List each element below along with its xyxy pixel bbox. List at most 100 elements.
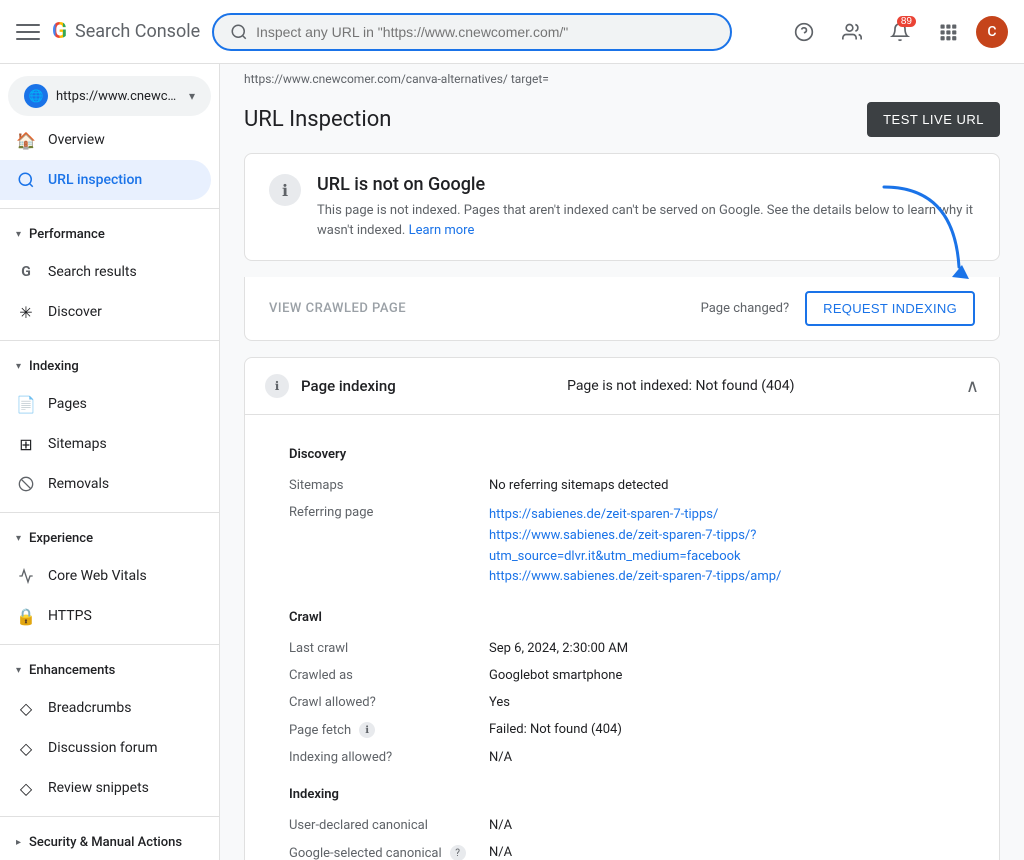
https-icon: 🔒	[16, 606, 36, 626]
sidebar-item-label: URL inspection	[48, 172, 142, 188]
sidebar-item-label: HTTPS	[48, 608, 92, 624]
section-header-left: ℹ Page indexing	[265, 374, 396, 398]
collapse-icon: ▾	[16, 229, 21, 240]
review-icon: ◇	[16, 778, 36, 798]
sidebar-item-url-inspection[interactable]: URL inspection	[0, 160, 211, 200]
divider	[0, 208, 219, 209]
view-crawled-button: VIEW CRAWLED PAGE	[269, 301, 406, 316]
property-selector[interactable]: 🌐 https://www.cnewcome... ▾	[8, 76, 211, 116]
sidebar-item-removals[interactable]: Removals	[0, 464, 211, 504]
section-status: Page is not indexed: Not found (404)	[567, 378, 794, 394]
divider	[0, 512, 219, 513]
learn-more-link[interactable]: Learn more	[409, 223, 475, 238]
sidebar-item-label: Removals	[48, 476, 109, 492]
apps-icon	[938, 22, 958, 42]
crawl-allowed-value: Yes	[489, 695, 979, 710]
menu-button[interactable]	[16, 20, 40, 44]
sidebar-item-discover[interactable]: ✳ Discover	[0, 292, 211, 332]
sidebar-item-label: Core Web Vitals	[48, 568, 147, 584]
sidebar-item-label: Breadcrumbs	[48, 700, 131, 716]
referring-url-2: https://www.sabienes.de/zeit-sparen-7-ti…	[489, 526, 979, 568]
avatar[interactable]: C	[976, 16, 1008, 48]
sitemaps-icon: ⊞	[16, 434, 36, 454]
breadcrumb: https://www.cnewcomer.com/canva-alternat…	[220, 64, 1024, 94]
property-name: https://www.cnewcome...	[56, 89, 181, 104]
google-canonical-row: Google-selected canonical ? N/A	[289, 839, 979, 860]
url-search-input[interactable]	[256, 24, 714, 40]
sidebar-item-label: Discussion forum	[48, 740, 158, 756]
logo: G Search Console	[52, 19, 200, 44]
google-canonical-info-icon[interactable]: ?	[450, 845, 466, 860]
sidebar-section-enhancements[interactable]: ▾ Enhancements	[0, 653, 219, 688]
indexing-allowed-value: N/A	[489, 750, 979, 765]
sidebar-item-core-web-vitals[interactable]: Core Web Vitals	[0, 556, 211, 596]
notifications-button[interactable]: 89	[880, 12, 920, 52]
sidebar-item-label: Overview	[48, 132, 105, 148]
sidebar-item-sitemaps[interactable]: ⊞ Sitemaps	[0, 424, 211, 464]
collapse-section-button[interactable]: ∧	[966, 376, 979, 397]
page-fetch-label: Page fetch ℹ	[289, 722, 489, 738]
section-label: Enhancements	[29, 663, 115, 678]
referring-url-3: https://www.sabienes.de/zeit-sparen-7-ti…	[489, 567, 979, 588]
people-button[interactable]	[832, 12, 872, 52]
people-icon	[842, 22, 862, 42]
apps-button[interactable]	[928, 12, 968, 52]
sidebar-item-overview[interactable]: 🏠 Overview	[0, 120, 211, 160]
page-fetch-value: Failed: Not found (404)	[489, 722, 979, 738]
google-logo: G	[52, 19, 67, 44]
section-label: Indexing	[29, 359, 79, 374]
search-bar[interactable]	[212, 13, 732, 51]
request-indexing-button[interactable]: REQUEST INDEXING	[805, 291, 975, 326]
sidebar-item-search-results[interactable]: G Search results	[0, 252, 211, 292]
help-button[interactable]	[784, 12, 824, 52]
sidebar-section-performance[interactable]: ▾ Performance	[0, 217, 219, 252]
sitemaps-value: No referring sitemaps detected	[489, 478, 979, 493]
referring-url-1: https://sabienes.de/zeit-sparen-7-tipps/	[489, 505, 979, 526]
expand-icon: ▸	[16, 837, 21, 848]
test-live-url-button[interactable]: TEST LIVE URL	[867, 102, 1000, 137]
user-canonical-row: User-declared canonical N/A	[289, 812, 979, 839]
discovery-section-title: Discovery	[289, 447, 979, 462]
property-chevron-icon: ▾	[189, 89, 195, 103]
referring-page-value: https://sabienes.de/zeit-sparen-7-tipps/…	[489, 505, 979, 588]
page-title: URL Inspection	[244, 107, 391, 132]
crawled-as-row: Crawled as Googlebot smartphone	[289, 662, 979, 689]
sidebar-item-label: Review snippets	[48, 780, 149, 796]
sidebar-item-label: Pages	[48, 396, 87, 412]
discover-icon: ✳	[16, 302, 36, 322]
sidebar-item-pages[interactable]: 📄 Pages	[0, 384, 211, 424]
google-canonical-value: N/A	[489, 845, 979, 860]
details-body: Discovery Sitemaps No referring sitemaps…	[245, 415, 999, 860]
sidebar-section-indexing[interactable]: ▾ Indexing	[0, 349, 219, 384]
sidebar-item-discussion-forum[interactable]: ◇ Discussion forum	[0, 728, 211, 768]
sidebar-section-experience[interactable]: ▾ Experience	[0, 521, 219, 556]
discussion-icon: ◇	[16, 738, 36, 758]
collapse-icon: ▾	[16, 361, 21, 372]
divider	[0, 816, 219, 817]
crawl-section-title: Crawl	[289, 610, 979, 625]
section-label: Performance	[29, 227, 105, 242]
topbar-actions: 89 C	[784, 12, 1008, 52]
sidebar-section-security[interactable]: ▸ Security & Manual Actions	[0, 825, 219, 860]
referring-page-label: Referring page	[289, 505, 489, 588]
sidebar-item-https[interactable]: 🔒 HTTPS	[0, 596, 211, 636]
page-fetch-row: Page fetch ℹ Failed: Not found (404)	[289, 716, 979, 744]
alert-content: URL is not on Google This page is not in…	[317, 174, 975, 240]
breadcrumbs-icon: ◇	[16, 698, 36, 718]
crawled-as-value: Googlebot smartphone	[489, 668, 979, 683]
sidebar-item-breadcrumbs[interactable]: ◇ Breadcrumbs	[0, 688, 211, 728]
app-title: Search Console	[75, 21, 200, 42]
home-icon: 🏠	[16, 130, 36, 150]
indexing-sub-section-title: Indexing	[289, 787, 979, 802]
help-icon	[794, 22, 814, 42]
sidebar-item-review-snippets[interactable]: ◇ Review snippets	[0, 768, 211, 808]
indexing-allowed-row: Indexing allowed? N/A	[289, 744, 979, 771]
sitemaps-label: Sitemaps	[289, 478, 489, 493]
page-indexing-section: ℹ Page indexing Page is not indexed: Not…	[244, 357, 1000, 860]
indexing-allowed-label: Indexing allowed?	[289, 750, 489, 765]
sidebar-item-label: Search results	[48, 264, 137, 280]
sidebar-item-label: Discover	[48, 304, 102, 320]
page-fetch-info-icon[interactable]: ℹ	[359, 722, 375, 738]
last-crawl-label: Last crawl	[289, 641, 489, 656]
last-crawl-row: Last crawl Sep 6, 2024, 2:30:00 AM	[289, 635, 979, 662]
